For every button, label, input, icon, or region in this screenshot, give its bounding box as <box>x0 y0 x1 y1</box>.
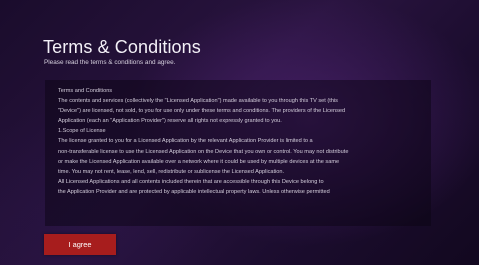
terms-line: Application (each an "Application Provid… <box>58 118 282 125</box>
terms-text: Terms and Conditions The contents and se… <box>58 86 428 197</box>
terms-line: All Licensed Applications and all conten… <box>58 178 324 185</box>
terms-line: The contents and services (collectively … <box>58 98 338 105</box>
terms-line: the Application Provider and are protect… <box>58 188 330 195</box>
terms-line: Terms and Conditions <box>58 88 113 94</box>
terms-line: non-transferable license to use the Lice… <box>58 148 349 155</box>
terms-line: The license granted to you for a License… <box>58 138 313 145</box>
page-title: Terms & Conditions <box>43 37 201 57</box>
terms-scroll-area[interactable]: Terms and Conditions The contents and se… <box>45 80 431 226</box>
terms-line: 1.Scope of License <box>58 128 106 135</box>
page-subtitle: Please read the terms & conditions and a… <box>44 59 176 66</box>
terms-line: time. You may not rent, lease, lend, sel… <box>58 168 285 175</box>
terms-line: "Device") are licensed, not sold, to you… <box>58 108 346 115</box>
agree-button[interactable]: I agree <box>44 234 116 255</box>
terms-line: or make the Licensed Application availab… <box>58 158 340 165</box>
